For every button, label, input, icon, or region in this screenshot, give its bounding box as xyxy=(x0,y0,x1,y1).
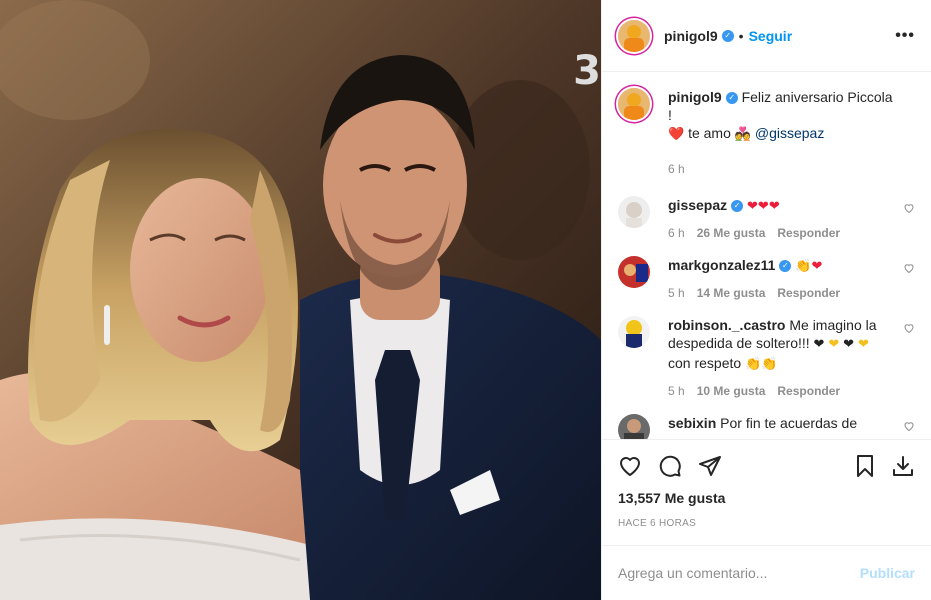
comment-item: markgonzalez11 ✓ 👏❤ 5 h 14 Me gusta Respo… xyxy=(618,256,915,302)
caption-username[interactable]: pinigol9 xyxy=(668,89,722,105)
comment-likes[interactable]: 14 Me gusta xyxy=(697,284,766,302)
commenter-avatar[interactable] xyxy=(618,256,650,288)
verified-icon: ✓ xyxy=(725,92,738,105)
reply-button[interactable]: Responder xyxy=(777,284,840,302)
comment-like-heart-icon[interactable] xyxy=(903,420,915,432)
avatar-image xyxy=(618,196,650,228)
bookmark-icon[interactable] xyxy=(853,454,877,478)
comment-username[interactable]: gissepaz xyxy=(668,197,727,213)
photo-edge-glyph: 3 xyxy=(573,48,601,94)
comment-likes[interactable]: 10 Me gusta xyxy=(697,382,766,400)
comments-list[interactable]: pinigol9 ✓ Feliz aniversario Piccola ! ❤️… xyxy=(602,72,931,440)
avatar-image xyxy=(618,316,650,348)
verified-icon: ✓ xyxy=(731,200,744,213)
comment-item: robinson._.castro Me imagino la despedid… xyxy=(618,316,915,400)
comment-text-2: con respeto xyxy=(668,355,742,371)
comment-item: sebixin Por fin te acuerdas de xyxy=(618,414,915,439)
commenter-avatar[interactable] xyxy=(618,196,650,228)
comment-time[interactable]: 5 h xyxy=(668,382,685,400)
black-heart-emoji: ❤ xyxy=(813,337,825,352)
comment-emojis: ❤❤❤ xyxy=(747,199,780,214)
post-photo[interactable]: 3 xyxy=(0,0,601,600)
share-icon[interactable] xyxy=(698,454,722,478)
avatar-image xyxy=(618,414,650,439)
verified-icon: ✓ xyxy=(721,29,734,42)
avatar-image xyxy=(618,19,650,52)
comment-username[interactable]: markgonzalez11 xyxy=(668,257,775,273)
caption-heart-emoji: ❤️ xyxy=(668,127,685,142)
download-icon[interactable] xyxy=(891,454,915,478)
caption-couple-emoji: 💑 xyxy=(734,127,751,142)
action-icons xyxy=(618,446,915,486)
comment-body: robinson._.castro Me imagino la despedid… xyxy=(668,316,915,400)
avatar-image xyxy=(618,88,650,120)
comment-username[interactable]: sebixin xyxy=(668,415,716,431)
caption-mention-link[interactable]: @gissepaz xyxy=(755,125,824,141)
comment-meta: 6 h 26 Me gusta Responder xyxy=(668,224,893,242)
yellow-heart-emoji: ❤ xyxy=(857,337,869,352)
post-actions: 13,557 Me gusta Hace 6 horas xyxy=(602,440,931,529)
comment-likes[interactable]: 26 Me gusta xyxy=(697,224,766,242)
comment-text: Por fin te acuerdas de xyxy=(720,415,858,431)
clap-emoji: 👏 xyxy=(795,259,812,274)
follow-button[interactable]: Seguir xyxy=(749,28,793,44)
post-side-panel: pinigol9 ✓ • Seguir ••• pinigol9 ✓ Feliz … xyxy=(601,0,931,600)
heart-emoji: ❤ xyxy=(811,259,823,274)
comment-body: gissepaz ✓ ❤❤❤ 6 h 26 Me gusta Responder xyxy=(668,196,915,242)
comment-meta: 5 h 14 Me gusta Responder xyxy=(668,284,893,302)
comment-input[interactable] xyxy=(618,565,860,581)
author-avatar[interactable] xyxy=(618,19,650,52)
caption-body: pinigol9 ✓ Feliz aniversario Piccola ! ❤️… xyxy=(668,88,915,178)
header-separator: • xyxy=(738,27,744,44)
couple-photo-illustration xyxy=(0,0,601,600)
commenter-avatar[interactable] xyxy=(618,316,650,348)
add-comment-bar: Publicar xyxy=(602,545,931,600)
hands-emoji: 👏👏 xyxy=(745,357,778,372)
publish-button[interactable]: Publicar xyxy=(860,565,915,581)
verified-icon: ✓ xyxy=(779,260,792,273)
more-icon[interactable]: ••• xyxy=(895,27,915,45)
comment-username[interactable]: robinson._.castro xyxy=(668,317,785,333)
caption-item: pinigol9 ✓ Feliz aniversario Piccola ! ❤️… xyxy=(618,88,915,178)
right-action-icons xyxy=(839,454,915,478)
header-username[interactable]: pinigol9 xyxy=(664,28,718,44)
reply-button[interactable]: Responder xyxy=(777,224,840,242)
heart-icon[interactable] xyxy=(618,454,642,478)
comment-meta: 5 h 10 Me gusta Responder xyxy=(668,382,893,400)
caption-avatar[interactable] xyxy=(618,88,650,120)
comment-body: markgonzalez11 ✓ 👏❤ 5 h 14 Me gusta Respo… xyxy=(668,256,915,302)
comment-like-heart-icon[interactable] xyxy=(903,322,915,334)
instagram-post: 3 pinigol9 ✓ • Seguir ••• pinigol9 ✓ Fel… xyxy=(0,0,931,600)
comment-time[interactable]: 5 h xyxy=(668,284,685,302)
comment-icon[interactable] xyxy=(658,454,682,478)
comment-body: sebixin Por fin te acuerdas de xyxy=(668,414,915,439)
likes-count[interactable]: 13,557 Me gusta xyxy=(618,490,915,506)
post-time-ago[interactable]: Hace 6 horas xyxy=(618,518,915,529)
comment-like-heart-icon[interactable] xyxy=(903,202,915,214)
post-header: pinigol9 ✓ • Seguir ••• xyxy=(602,0,931,72)
caption-meta: 6 h xyxy=(668,160,893,178)
comment-item: gissepaz ✓ ❤❤❤ 6 h 26 Me gusta Responder xyxy=(618,196,915,242)
avatar-image xyxy=(618,256,650,288)
caption-time[interactable]: 6 h xyxy=(668,160,685,178)
comment-time[interactable]: 6 h xyxy=(668,224,685,242)
comment-like-heart-icon[interactable] xyxy=(903,262,915,274)
caption-love-text: te amo xyxy=(688,125,731,141)
reply-button[interactable]: Responder xyxy=(777,382,840,400)
commenter-avatar[interactable] xyxy=(618,414,650,439)
yellow-heart-emoji: ❤ xyxy=(828,337,840,352)
black-heart-emoji: ❤ xyxy=(843,337,855,352)
